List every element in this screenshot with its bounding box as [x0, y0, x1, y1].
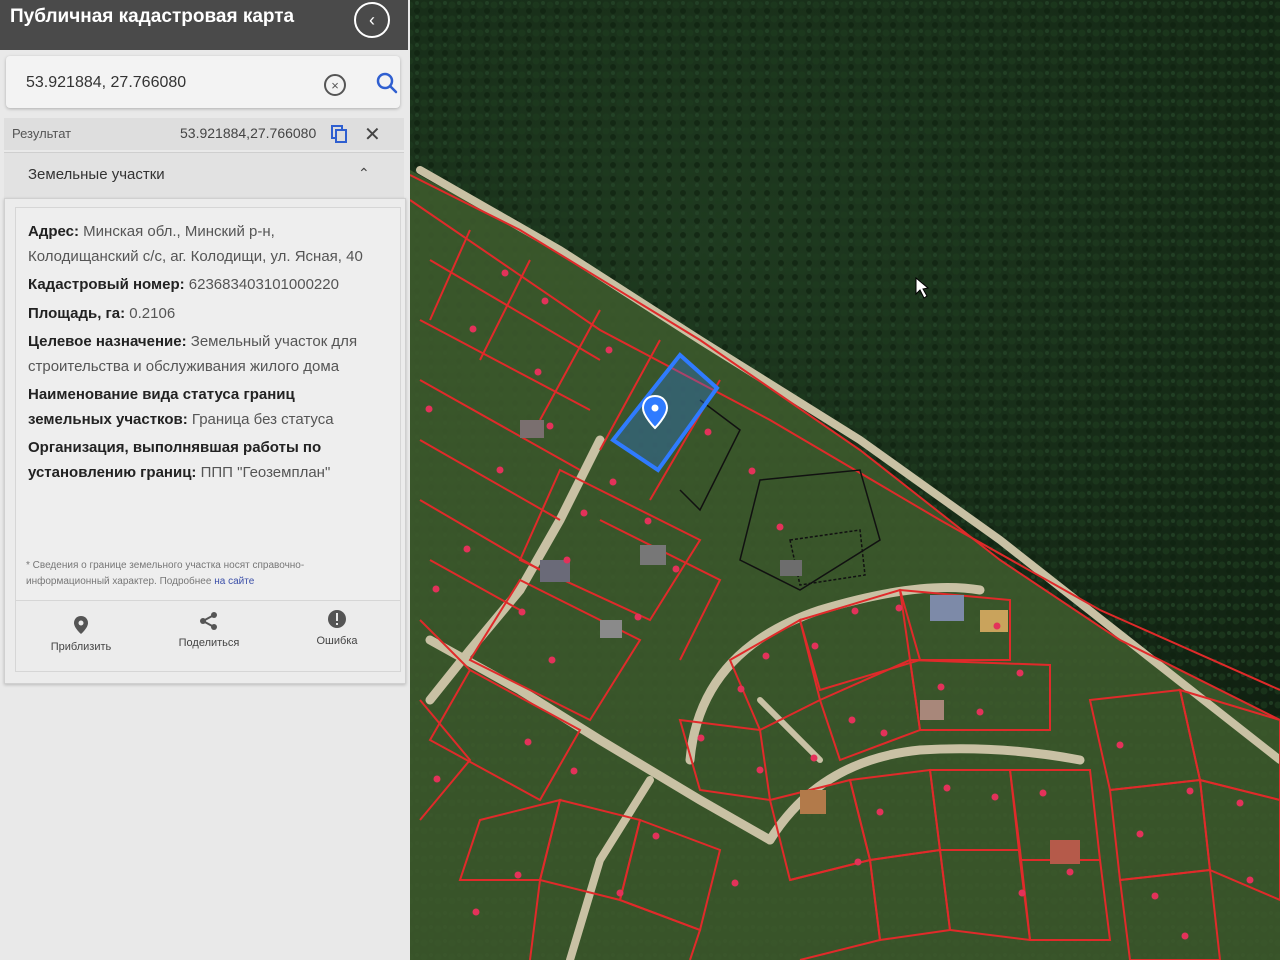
coordinate-search-box[interactable]: 53.921884, 27.766080 ×: [6, 56, 400, 108]
report-error-button[interactable]: Ошибка: [282, 609, 392, 647]
status-value: Граница без статуса: [191, 410, 334, 428]
address-value: Минская обл., Минский р-н, Колодищанский…: [28, 223, 363, 265]
status-row: Наименование вида статуса границ земельн…: [28, 383, 380, 432]
section-title: Земельные участки: [28, 166, 165, 183]
area-label: Площадь, га:: [28, 304, 126, 322]
result-label: Результат: [12, 126, 72, 141]
clear-icon[interactable]: ×: [324, 74, 346, 96]
cadastral-row: Кадастровый номер: 623683403101000220: [28, 273, 380, 298]
collapse-panel-button[interactable]: ‹: [354, 2, 390, 38]
info-panel: Публичная кадастровая карта ‹ 53.921884,…: [0, 0, 410, 960]
disclaimer-note: * Сведения о границе земельного участка …: [26, 558, 376, 590]
parcel-details: Адрес: Минская обл., Минский р-н, Колоди…: [15, 207, 401, 601]
area-value: 0.2106: [129, 304, 176, 322]
map-pin-icon: [74, 616, 88, 634]
cadastral-value: 623683403101000220: [188, 276, 339, 293]
org-row: Организация, выполнявшая работы по устан…: [28, 436, 380, 485]
chevron-up-icon[interactable]: ⌃: [358, 165, 370, 182]
note-text: * Сведения о границе земельного участка …: [26, 560, 305, 587]
section-header-land-plots[interactable]: Земельные участки ⌃: [4, 152, 404, 199]
zoom-to-label: Приблизить: [50, 641, 112, 653]
chevron-left-icon: ‹: [369, 9, 375, 30]
search-input[interactable]: 53.921884, 27.766080: [26, 74, 186, 92]
share-icon: [200, 612, 217, 630]
error-label: Ошибка: [316, 635, 358, 647]
share-label: Поделиться: [178, 637, 240, 649]
header-bar: Публичная кадастровая карта ‹: [0, 0, 408, 50]
purpose-row: Целевое назначение: Земельный участок дл…: [28, 330, 380, 379]
share-button[interactable]: Поделиться: [154, 611, 264, 649]
action-bar: Приблизить Поделиться Ошибка: [15, 601, 401, 672]
org-value: ППП "Геоземплан": [200, 463, 331, 481]
cadastral-label: Кадастровый номер:: [28, 276, 185, 293]
error-icon: [328, 610, 346, 628]
purpose-label: Целевое назначение:: [28, 333, 187, 350]
parcel-info: Адрес: Минская обл., Минский р-н, Колоди…: [28, 220, 380, 489]
copy-icon[interactable]: [329, 124, 349, 144]
result-bar: Результат 53.921884,27.766080 ✕: [4, 118, 404, 150]
zoom-to-button[interactable]: Приблизить: [26, 615, 136, 653]
area-row: Площадь, га: 0.2106: [28, 302, 380, 327]
more-info-link[interactable]: на сайте: [214, 576, 254, 587]
result-coords: 53.921884,27.766080: [180, 125, 317, 141]
close-icon[interactable]: ✕: [364, 122, 381, 147]
search-icon[interactable]: [374, 70, 400, 96]
address-row: Адрес: Минская обл., Минский р-н, Колоди…: [28, 220, 380, 269]
address-label: Адрес:: [28, 223, 79, 240]
app-title: Публичная кадастровая карта: [10, 6, 295, 27]
parcel-card: Адрес: Минская обл., Минский р-н, Колоди…: [4, 198, 406, 684]
